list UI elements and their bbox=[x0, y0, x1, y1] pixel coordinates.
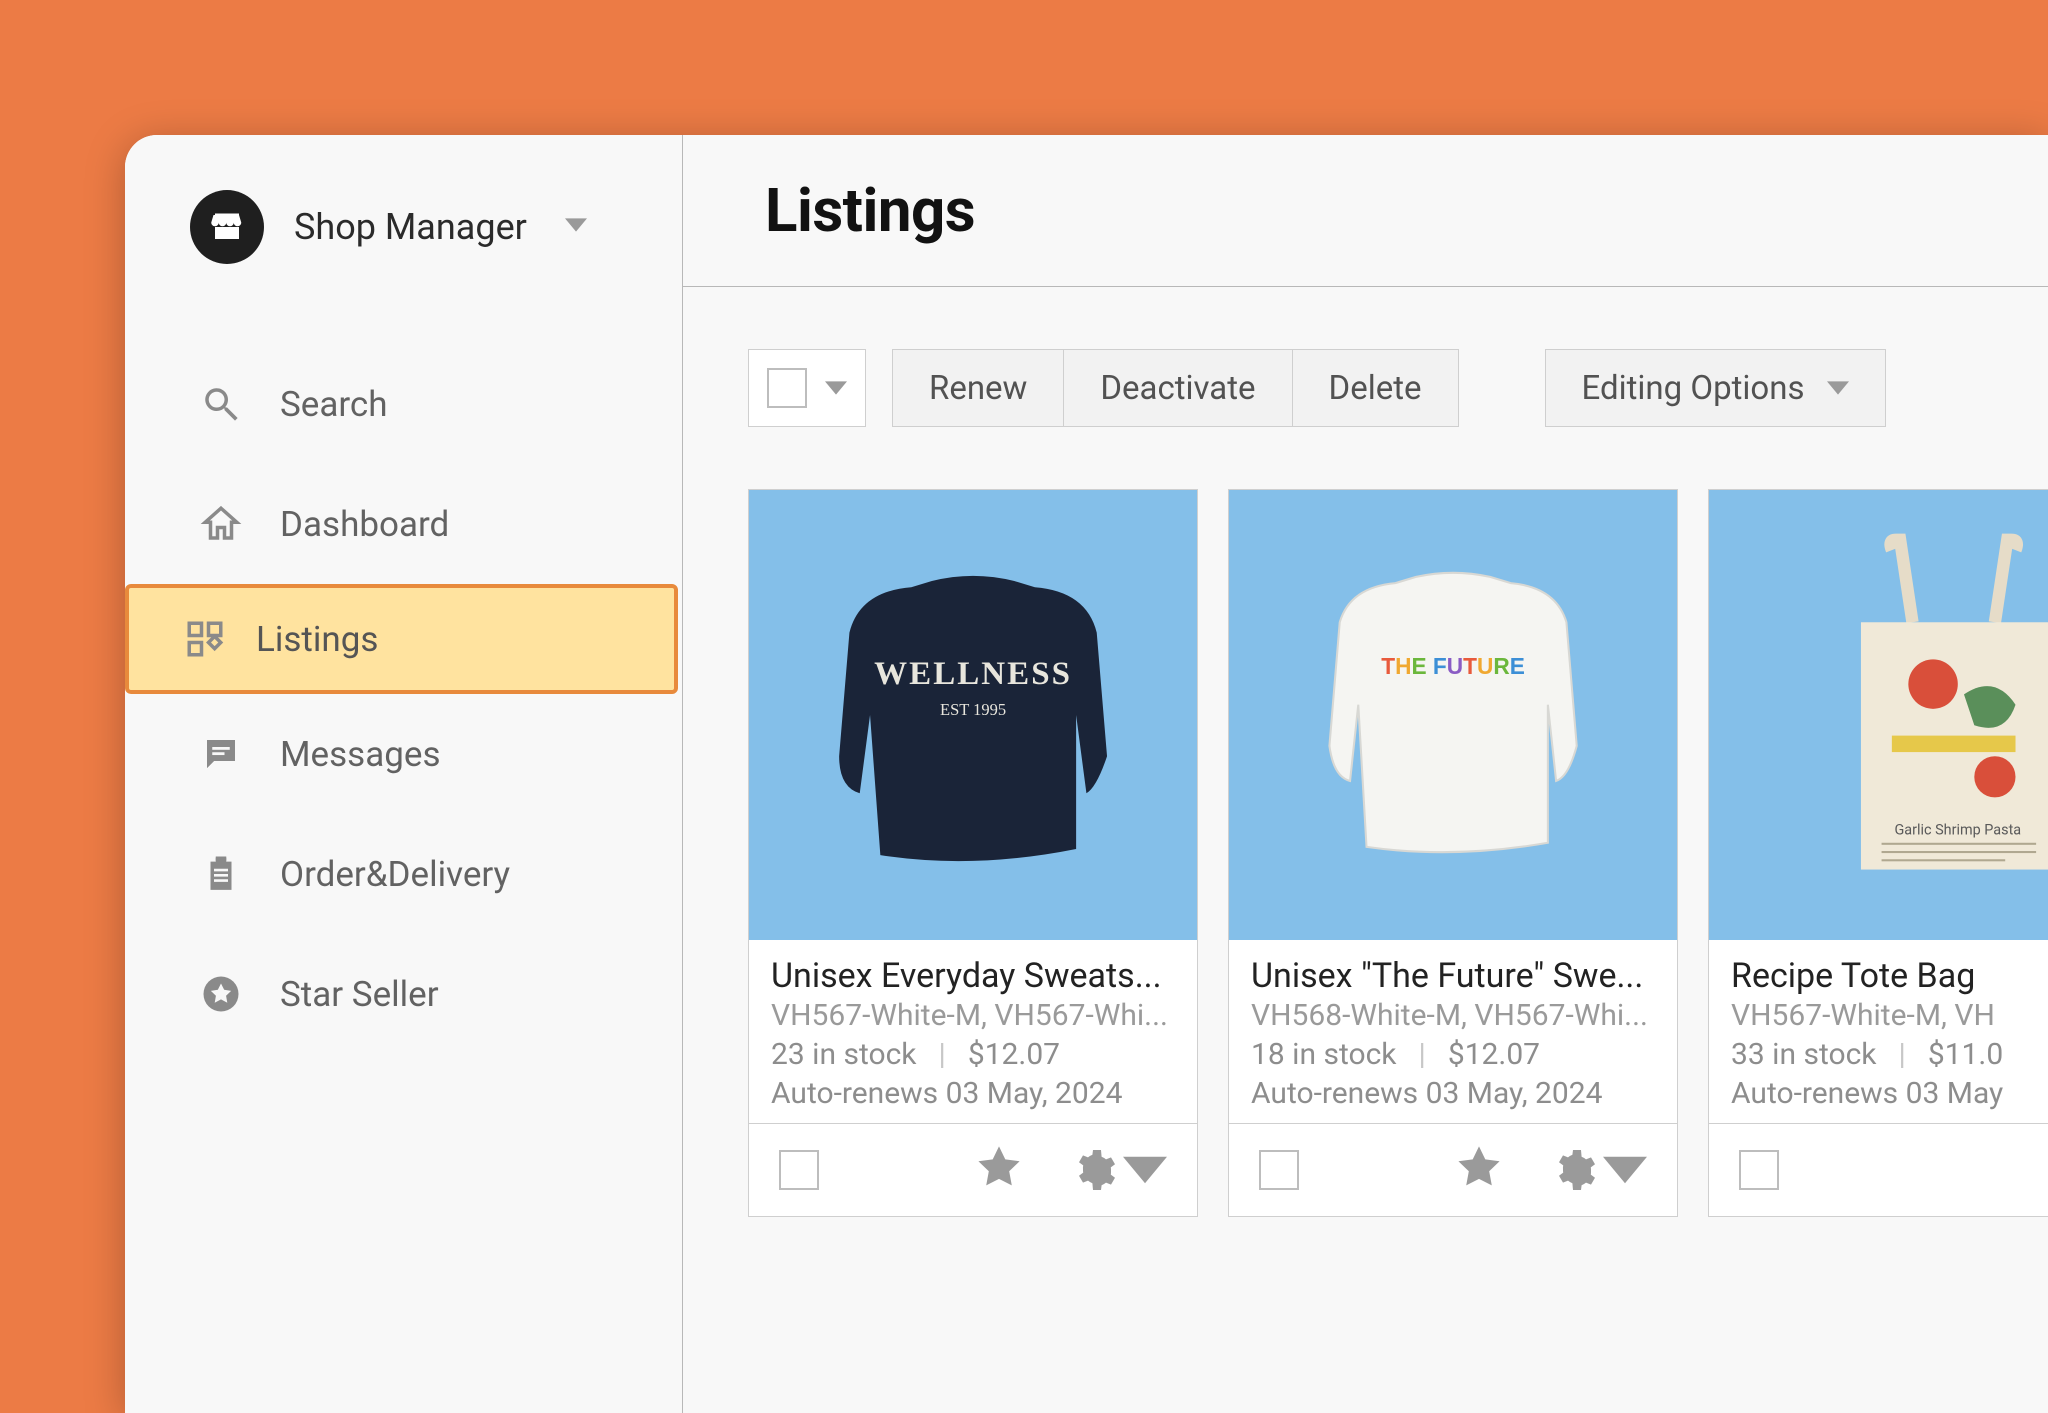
svg-text:WELLNESS: WELLNESS bbox=[874, 656, 1072, 692]
listing-thumbnail: WELLNESS EST 1995 bbox=[749, 490, 1197, 940]
listing-price: $12.07 bbox=[1448, 1037, 1540, 1072]
button-label: Deactivate bbox=[1100, 369, 1255, 408]
main-content: Listings Renew Deactivate Delete Editing… bbox=[683, 135, 2048, 1413]
listing-card[interactable]: Garlic Shrimp Pasta Recipe Tote Bag VH56… bbox=[1708, 489, 2048, 1217]
sidebar: Shop Manager Search Dashboard Listings bbox=[125, 135, 683, 1413]
shop-selector[interactable]: Shop Manager bbox=[125, 190, 682, 264]
editing-options-dropdown[interactable]: Editing Options bbox=[1545, 349, 1886, 427]
divider: | bbox=[939, 1037, 946, 1072]
listing-renew: Auto-renews 03 May, 2024 bbox=[771, 1076, 1175, 1111]
listing-thumbnail: Garlic Shrimp Pasta bbox=[1709, 490, 2048, 940]
listing-price: $11.0 bbox=[1928, 1037, 2003, 1072]
listing-card[interactable]: WELLNESS EST 1995 Unisex Everyday Sweats… bbox=[748, 489, 1198, 1217]
listing-options-dropdown[interactable] bbox=[1069, 1146, 1167, 1194]
deactivate-button[interactable]: Deactivate bbox=[1064, 349, 1292, 427]
home-icon bbox=[200, 503, 242, 545]
divider: | bbox=[1419, 1037, 1426, 1072]
favorite-button[interactable] bbox=[1453, 1142, 1505, 1198]
sidebar-item-listings[interactable]: Listings bbox=[125, 584, 678, 694]
listing-renew: Auto-renews 03 May bbox=[1731, 1076, 2048, 1111]
svg-text:Garlic Shrimp Pasta: Garlic Shrimp Pasta bbox=[1894, 822, 2021, 839]
listing-footer bbox=[1229, 1123, 1677, 1216]
listing-footer bbox=[749, 1123, 1197, 1216]
page-header: Listings bbox=[683, 135, 2048, 287]
sidebar-nav: Search Dashboard Listings Messages Order… bbox=[125, 344, 682, 1054]
listing-stock: 18 in stock bbox=[1251, 1037, 1397, 1072]
renew-button[interactable]: Renew bbox=[892, 349, 1064, 427]
listing-card[interactable]: THE FUTURE Unisex "The Future" Swe... VH… bbox=[1228, 489, 1678, 1217]
button-label: Renew bbox=[929, 369, 1027, 408]
listing-title: Recipe Tote Bag bbox=[1731, 956, 2048, 996]
chevron-down-icon bbox=[825, 377, 847, 399]
listing-checkbox[interactable] bbox=[1259, 1150, 1299, 1190]
listing-body: Unisex "The Future" Swe... VH568-White-M… bbox=[1229, 940, 1677, 1123]
listing-price: $12.07 bbox=[968, 1037, 1060, 1072]
sidebar-item-label: Messages bbox=[280, 734, 441, 775]
sidebar-item-dashboard[interactable]: Dashboard bbox=[125, 464, 682, 584]
select-all-dropdown[interactable] bbox=[748, 349, 866, 427]
listing-stock: 33 in stock bbox=[1731, 1037, 1877, 1072]
listing-body: Recipe Tote Bag VH567-White-M, VH 33 in … bbox=[1709, 940, 2048, 1123]
listing-meta: 18 in stock | $12.07 bbox=[1251, 1037, 1655, 1072]
sidebar-item-order-delivery[interactable]: Order&Delivery bbox=[125, 814, 682, 934]
sidebar-item-search[interactable]: Search bbox=[125, 344, 682, 464]
toolbar: Renew Deactivate Delete Editing Options bbox=[683, 287, 2048, 427]
listing-sku: VH567-White-M, VH567-Whi... bbox=[771, 998, 1175, 1033]
listing-renew: Auto-renews 03 May, 2024 bbox=[1251, 1076, 1655, 1111]
sidebar-item-label: Search bbox=[280, 384, 388, 425]
sidebar-item-label: Order&Delivery bbox=[280, 854, 510, 895]
button-label: Editing Options bbox=[1582, 369, 1805, 408]
chat-icon bbox=[200, 733, 242, 775]
listing-meta: 23 in stock | $12.07 bbox=[771, 1037, 1175, 1072]
listing-body: Unisex Everyday Sweats... VH567-White-M,… bbox=[749, 940, 1197, 1123]
listing-thumbnail: THE FUTURE bbox=[1229, 490, 1677, 940]
gear-icon bbox=[1069, 1146, 1117, 1194]
listing-checkbox[interactable] bbox=[779, 1150, 819, 1190]
sidebar-item-label: Dashboard bbox=[280, 504, 449, 545]
listing-title: Unisex Everyday Sweats... bbox=[771, 956, 1175, 996]
chevron-down-icon bbox=[1603, 1148, 1647, 1192]
listing-options-dropdown[interactable] bbox=[1549, 1146, 1647, 1194]
search-icon bbox=[200, 383, 242, 425]
gear-icon bbox=[1549, 1146, 1597, 1194]
star-icon bbox=[1453, 1142, 1505, 1194]
svg-text:THE FUTURE: THE FUTURE bbox=[1381, 653, 1525, 679]
svg-text:EST 1995: EST 1995 bbox=[940, 700, 1006, 719]
favorite-button[interactable] bbox=[973, 1142, 1025, 1198]
bulk-actions: Renew Deactivate Delete bbox=[892, 349, 1459, 427]
listing-footer bbox=[1709, 1123, 2048, 1216]
delete-button[interactable]: Delete bbox=[1293, 349, 1459, 427]
listings-grid: WELLNESS EST 1995 Unisex Everyday Sweats… bbox=[683, 427, 2048, 1217]
listing-sku: VH568-White-M, VH567-Whi... bbox=[1251, 998, 1655, 1033]
listing-sku: VH567-White-M, VH bbox=[1731, 998, 2048, 1033]
chevron-down-icon bbox=[1827, 377, 1849, 399]
select-all-checkbox[interactable] bbox=[767, 368, 807, 408]
shop-label: Shop Manager bbox=[294, 206, 527, 248]
sidebar-item-label: Star Seller bbox=[280, 974, 439, 1015]
grid-icon bbox=[184, 618, 226, 660]
sidebar-item-star-seller[interactable]: Star Seller bbox=[125, 934, 682, 1054]
listing-meta: 33 in stock | $11.0 bbox=[1731, 1037, 2048, 1072]
listing-checkbox[interactable] bbox=[1739, 1150, 1779, 1190]
divider: | bbox=[1899, 1037, 1906, 1072]
star-badge-icon bbox=[200, 973, 242, 1015]
listing-title: Unisex "The Future" Swe... bbox=[1251, 956, 1655, 996]
star-icon bbox=[973, 1142, 1025, 1194]
button-label: Delete bbox=[1329, 369, 1422, 408]
sidebar-item-label: Listings bbox=[256, 619, 378, 660]
clipboard-icon bbox=[200, 853, 242, 895]
page-title: Listings bbox=[765, 175, 2048, 246]
listing-stock: 23 in stock bbox=[771, 1037, 917, 1072]
chevron-down-icon bbox=[1123, 1148, 1167, 1192]
shop-icon bbox=[190, 190, 264, 264]
sidebar-item-messages[interactable]: Messages bbox=[125, 694, 682, 814]
chevron-down-icon bbox=[565, 214, 587, 240]
app-window: Shop Manager Search Dashboard Listings bbox=[125, 135, 2048, 1413]
